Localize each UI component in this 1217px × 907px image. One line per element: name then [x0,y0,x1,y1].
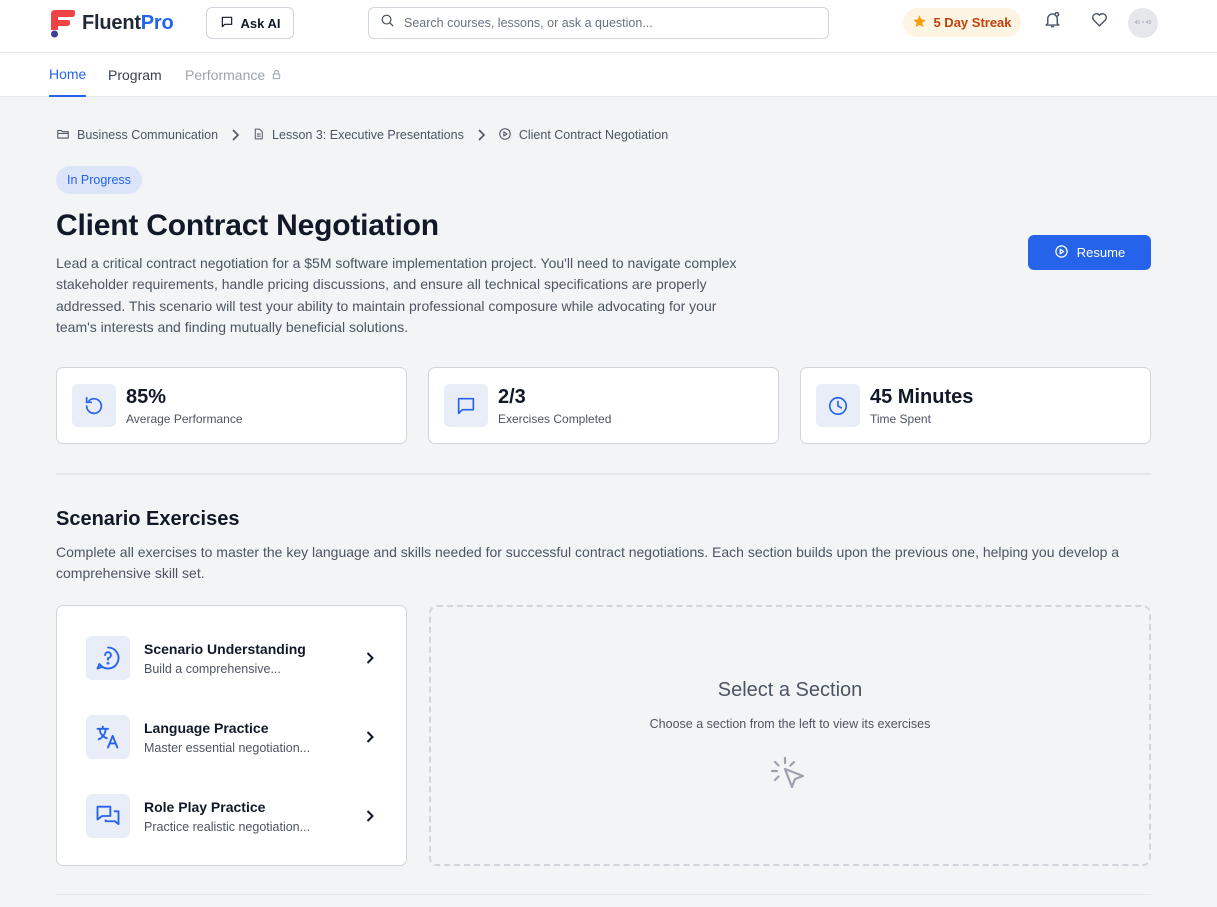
resume-button[interactable]: Resume [1028,235,1151,270]
tab-home-label: Home [49,66,87,82]
chevron-right-icon [362,729,378,745]
stat-card-time: 45 Minutes Time Spent [800,367,1151,444]
top-bar: FluentPro Ask AI 5 Day Streak 40 × 40 [0,0,1217,53]
pointer-click-icon [769,755,811,797]
stat-label: Time Spent [870,412,931,426]
heart-icon [1090,10,1109,34]
play-circle-icon [498,127,512,144]
ask-ai-label: Ask AI [240,15,281,31]
exercise-detail-panel: Select a Section Choose a section from t… [429,605,1151,866]
scenario-description: Lead a critical contract negotiation for… [56,255,737,335]
conversation-icon [86,794,130,838]
refresh-icon [72,384,116,427]
exercise-item-scenario-understanding[interactable]: Scenario Understanding Build a comprehen… [86,636,378,680]
breadcrumb: Business Communication Lesson 3: Executi… [56,126,668,144]
status-badge: In Progress [56,166,142,194]
exercise-title: Scenario Understanding [144,640,306,657]
brand-logo[interactable]: FluentPro [48,8,174,38]
section-divider [56,473,1151,475]
select-panel-subtitle: Choose a section from the left to view i… [649,717,931,731]
exercise-subtitle: Build a comprehensive... [144,661,281,676]
breadcrumb-lesson-label: Lesson 3: Executive Presentations [272,128,464,142]
question-bubble-icon [86,636,130,680]
stat-card-exercises: 2/3 Exercises Completed [428,367,779,444]
streak-label: 5 Day Streak [933,15,1012,30]
section-title: Scenario Exercises [56,508,240,530]
play-circle-icon [1054,244,1069,262]
brand-name: FluentPro [82,12,174,35]
exercise-subtitle: Master essential negotiation... [144,740,311,755]
search-bar[interactable] [368,7,829,39]
exercise-subtitle: Practice realistic negotiation... [144,819,311,834]
favorites-button[interactable] [1088,11,1110,33]
chat-icon [444,384,488,427]
folder-icon [56,127,70,144]
stat-value: 45 Minutes [870,386,974,408]
stat-value: 85% [126,386,167,408]
breadcrumb-scenario-label: Client Contract Negotiation [518,128,669,142]
clock-icon [816,384,860,427]
exercise-item-role-play-practice[interactable]: Role Play Practice Practice realistic ne… [86,794,378,838]
chevron-right-icon [476,129,486,141]
tab-performance[interactable]: Performance [185,53,282,97]
stat-value: 2/3 [498,386,526,408]
tab-program[interactable]: Program [108,53,162,97]
chevron-right-icon [362,808,378,824]
avatar[interactable]: 40 × 40 [1128,8,1158,38]
tab-home[interactable]: Home [49,53,87,97]
breadcrumb-item-course[interactable]: Business Communication [56,127,218,144]
brand-name-part1: Fluent [82,11,141,34]
streak-badge[interactable]: 5 Day Streak [903,8,1021,37]
exercise-title: Role Play Practice [144,798,266,815]
translate-icon [86,715,130,759]
exercise-item-language-practice[interactable]: Language Practice Master essential negot… [86,715,378,759]
brand-name-part2: Pro [140,11,174,34]
tab-performance-label: Performance [185,67,266,83]
ask-ai-button[interactable]: Ask AI [206,7,294,39]
notifications-button[interactable] [1041,11,1063,33]
star-icon [912,14,927,32]
lock-icon [271,67,282,83]
breadcrumb-course-label: Business Communication [77,128,219,142]
logo-mark-icon [48,8,76,38]
section-description: Complete all exercises to master the key… [56,544,1120,581]
chat-icon [220,15,234,32]
page-title: Client Contract Negotiation [56,209,439,242]
bell-icon [1043,10,1062,34]
breadcrumb-item-scenario[interactable]: Client Contract Negotiation [498,127,668,144]
select-panel-title: Select a Section [717,679,863,701]
exercise-title: Language Practice [144,719,269,736]
search-icon [380,13,395,33]
stat-label: Exercises Completed [498,412,612,426]
tab-program-label: Program [108,67,162,83]
chevron-right-icon [230,129,240,141]
chevron-right-icon [362,650,378,666]
resume-label: Resume [1076,245,1126,260]
bottom-divider [56,894,1151,895]
exercise-list: Scenario Understanding Build a comprehen… [56,605,407,866]
breadcrumb-item-lesson[interactable]: Lesson 3: Executive Presentations [252,127,464,144]
search-input[interactable] [404,16,804,30]
main-nav: Home Program Performance [0,53,1217,97]
document-icon [252,127,265,144]
stat-label: Average Performance [126,412,243,426]
stat-card-performance: 85% Average Performance [56,367,407,444]
